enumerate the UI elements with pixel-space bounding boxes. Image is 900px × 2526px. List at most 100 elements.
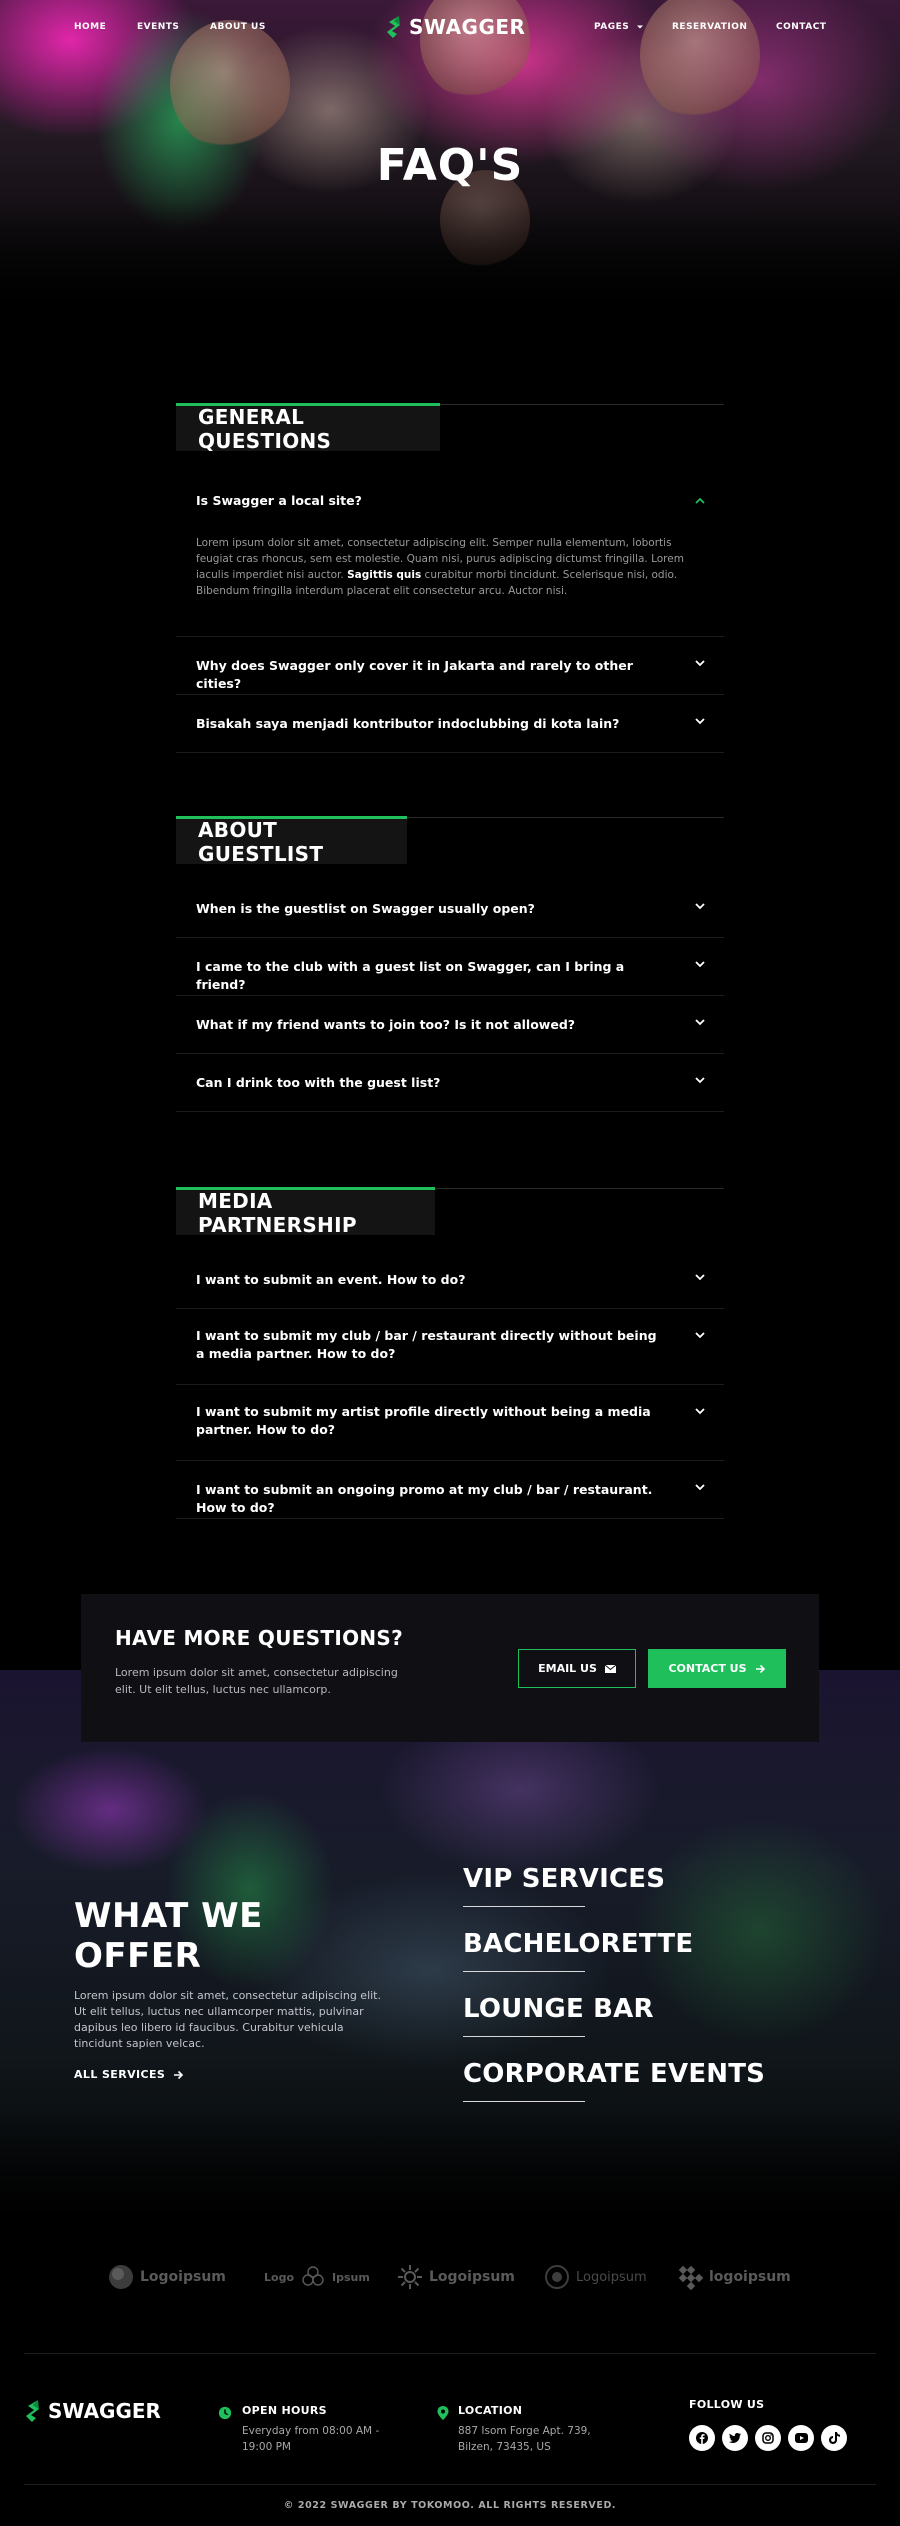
caret-down-icon: [636, 25, 643, 28]
all-services-label: ALL SERVICES: [74, 2068, 166, 2081]
faq-question[interactable]: I want to submit an event. How to do?: [196, 1271, 666, 1289]
service-bachelorette[interactable]: BACHELORETTE: [463, 1929, 693, 1959]
partner-logo: Logoipsum: [108, 2264, 226, 2290]
logoipsum-grid-icon: [678, 2265, 703, 2290]
footer-divider: [24, 2353, 876, 2354]
copyright-text: © 2022 SWAGGER BY TOKOMOO. ALL RIGHTS RE…: [283, 2500, 617, 2511]
brand-name: SWAGGER: [48, 2399, 161, 2423]
email-us-button[interactable]: EMAIL US: [518, 1649, 636, 1688]
faq-item[interactable]: I came to the club with a guest list on …: [176, 938, 724, 996]
email-us-label: EMAIL US: [538, 1662, 597, 1675]
logoipsum-sun-icon: [398, 2265, 422, 2289]
offer-title-line: OFFER: [74, 1936, 202, 1976]
nav-about[interactable]: ABOUT US: [210, 22, 266, 32]
arrow-right-icon: [755, 1664, 765, 1673]
nav-reservation[interactable]: RESERVATION: [672, 22, 747, 32]
faq-question[interactable]: Is Swagger a local site?: [196, 492, 666, 510]
cta-title: HAVE MORE QUESTIONS?: [115, 1626, 404, 1650]
offer-description: Lorem ipsum dolor sit amet, consectetur …: [74, 1989, 381, 2050]
hero-photo-person: [640, 0, 760, 120]
section-title: MEDIA PARTNERSHIP: [176, 1187, 435, 1237]
faq-section-media: MEDIA PARTNERSHIP I want to submit an ev…: [176, 1187, 724, 1528]
footer-brand-logo[interactable]: SWAGGER: [24, 2398, 161, 2424]
facebook-icon[interactable]: [689, 2425, 715, 2451]
faq-question[interactable]: I came to the club with a guest list on …: [196, 958, 666, 994]
contact-us-button[interactable]: CONTACT US: [648, 1649, 786, 1688]
faq-item[interactable]: Why does Swagger only cover it in Jakart…: [176, 637, 724, 695]
faq-item[interactable]: I want to submit an event. How to do?: [176, 1251, 724, 1309]
faq-item[interactable]: When is the guestlist on Swagger usually…: [176, 880, 724, 938]
faq-question[interactable]: When is the guestlist on Swagger usually…: [196, 900, 666, 918]
cta-text: Lorem ipsum dolor sit amet, consectetur …: [115, 1666, 398, 1696]
location-text: 887 Isom Forge Apt. 739, Bilzen, 73435, …: [458, 2425, 591, 2453]
service-underline: [463, 1971, 585, 1972]
service-corporate-events[interactable]: CORPORATE EVENTS: [463, 2059, 765, 2089]
partner-logo-text: Logoipsum: [140, 2269, 226, 2285]
faq-question[interactable]: What if my friend wants to join too? Is …: [196, 1016, 666, 1034]
instagram-icon[interactable]: [755, 2425, 781, 2451]
faq-answer: Lorem ipsum dolor sit amet, consectetur …: [196, 535, 706, 599]
chevron-down-icon[interactable]: [694, 657, 706, 669]
service-lounge-bar[interactable]: LOUNGE BAR: [463, 1994, 654, 2024]
partner-logo-text: Ipsum: [332, 2270, 370, 2284]
partner-logo: Logo Ipsum: [264, 2264, 370, 2290]
open-hours-text: Everyday from 08:00 AM - 19:00 PM: [242, 2425, 380, 2453]
arrow-right-icon: [174, 2070, 184, 2079]
faq-section-general: GENERAL QUESTIONS Is Swagger a local sit…: [176, 403, 724, 753]
chevron-down-icon[interactable]: [694, 715, 706, 727]
follow-us-label: FOLLOW US: [689, 2398, 765, 2411]
faq-section-guestlist: ABOUT GUESTLIST When is the guestlist on…: [176, 816, 724, 1121]
logoipsum-flower-icon: [302, 2266, 324, 2286]
logoipsum-circle-icon: [109, 2265, 133, 2289]
tiktok-icon[interactable]: [821, 2425, 847, 2451]
partner-logo: logoipsum: [677, 2264, 791, 2290]
chevron-down-icon[interactable]: [694, 958, 706, 970]
twitter-icon[interactable]: [722, 2425, 748, 2451]
faq-question[interactable]: Bisakah saya menjadi kontributor indoclu…: [196, 715, 666, 733]
location-pin-icon: [437, 2406, 449, 2420]
offer-title: WHAT WE OFFER: [74, 1896, 263, 1976]
youtube-icon[interactable]: [788, 2425, 814, 2451]
faq-item[interactable]: Can I drink too with the guest list?: [176, 1054, 724, 1112]
faq-question[interactable]: I want to submit an ongoing promo at my …: [196, 1481, 666, 1517]
faq-item[interactable]: I want to submit my artist profile direc…: [176, 1385, 724, 1461]
partner-logo: Logoipsum: [397, 2264, 515, 2290]
chevron-down-icon[interactable]: [694, 1481, 706, 1493]
faq-question[interactable]: Can I drink too with the guest list?: [196, 1074, 666, 1092]
section-title: GENERAL QUESTIONS: [176, 403, 440, 453]
nav-home[interactable]: HOME: [74, 22, 106, 32]
chevron-down-icon[interactable]: [694, 1074, 706, 1086]
nav-pages[interactable]: PAGES: [594, 22, 644, 32]
faq-question[interactable]: Why does Swagger only cover it in Jakart…: [196, 657, 666, 693]
all-services-link[interactable]: ALL SERVICES: [74, 2068, 184, 2081]
faq-item[interactable]: I want to submit an ongoing promo at my …: [176, 1461, 724, 1519]
chevron-down-icon[interactable]: [694, 1016, 706, 1028]
logoipsum-ring-icon: [545, 2265, 569, 2289]
partner-logo: Logoipsum: [544, 2264, 647, 2290]
clock-icon: [218, 2406, 232, 2420]
chevron-down-icon[interactable]: [694, 1405, 706, 1417]
service-underline: [463, 2036, 585, 2037]
service-underline: [463, 1906, 585, 1907]
service-vip[interactable]: VIP SERVICES: [463, 1864, 665, 1894]
faq-question[interactable]: I want to submit my club / bar / restaur…: [196, 1327, 666, 1363]
chevron-down-icon[interactable]: [694, 1271, 706, 1283]
section-title: ABOUT GUESTLIST: [176, 816, 407, 866]
partner-logo-text: Logoipsum: [429, 2269, 515, 2285]
chevron-down-icon[interactable]: [694, 1329, 706, 1341]
chevron-down-icon[interactable]: [694, 900, 706, 912]
envelope-icon: [604, 1664, 616, 1673]
nav-events[interactable]: EVENTS: [137, 22, 179, 32]
contact-us-label: CONTACT US: [668, 1662, 747, 1675]
partner-logo-text: Logoipsum: [576, 2269, 647, 2285]
nav-contact[interactable]: CONTACT: [776, 22, 826, 32]
faq-item-expanded[interactable]: Is Swagger a local site? Lorem ipsum dol…: [176, 467, 724, 637]
faq-item[interactable]: I want to submit my club / bar / restaur…: [176, 1309, 724, 1385]
faq-item[interactable]: What if my friend wants to join too? Is …: [176, 996, 724, 1054]
chevron-up-icon[interactable]: [694, 495, 706, 507]
faq-item[interactable]: Bisakah saya menjadi kontributor indoclu…: [176, 695, 724, 753]
swagger-logo-icon: [26, 2400, 39, 2422]
main-nav: HOME EVENTS ABOUT US PAGES RESERVATION C…: [0, 22, 900, 42]
faq-answer-bold: Sagittis quis: [347, 569, 422, 581]
faq-question[interactable]: I want to submit my artist profile direc…: [196, 1403, 666, 1439]
